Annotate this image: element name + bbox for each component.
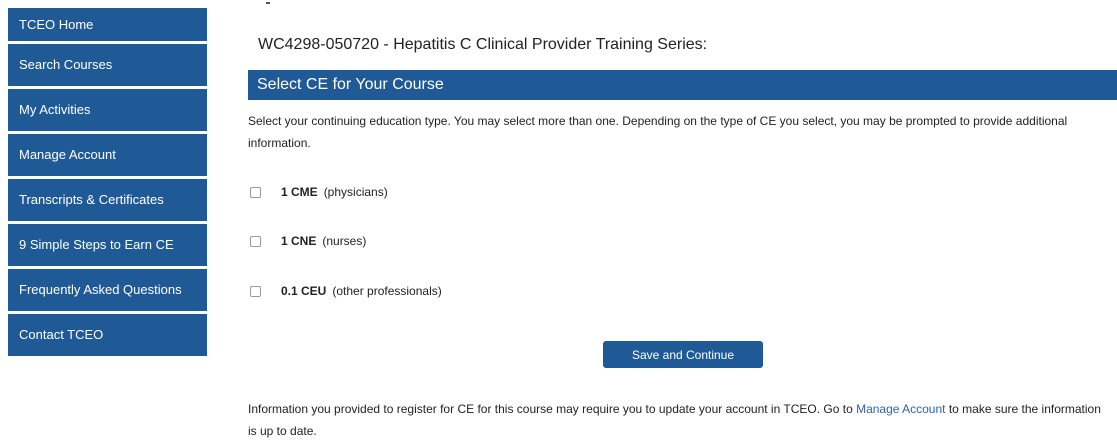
sidebar-item-faq[interactable]: Frequently Asked Questions <box>8 268 207 311</box>
page: TCEO Home Search Courses My Activities M… <box>0 0 1117 443</box>
sidebar-nav: TCEO Home Search Courses My Activities M… <box>8 8 207 359</box>
ce-option-cne[interactable]: 1 CNE (nurses) <box>248 234 366 248</box>
footer-text: Information you provided to register for… <box>248 402 857 416</box>
sidebar-item-label: TCEO Home <box>19 17 94 32</box>
ce-audience: (other professionals) <box>332 284 442 298</box>
sidebar-item-simple-steps[interactable]: 9 Simple Steps to Earn CE <box>8 223 207 266</box>
cme-checkbox[interactable] <box>250 186 261 198</box>
ceu-checkbox[interactable] <box>250 285 261 297</box>
divider <box>266 2 270 4</box>
cne-checkbox[interactable] <box>250 235 261 247</box>
footer-note: Information you provided to register for… <box>248 398 1108 442</box>
sidebar-item-transcripts-certificates[interactable]: Transcripts & Certificates <box>8 178 207 221</box>
ce-amount: 0.1 CEU <box>281 284 327 298</box>
sidebar-item-label: Search Courses <box>19 57 113 73</box>
sidebar-item-label: 9 Simple Steps to Earn CE <box>19 237 174 253</box>
ce-option-cme[interactable]: 1 CME (physicians) <box>248 185 388 199</box>
main-content: WC4298-050720 - Hepatitis C Clinical Pro… <box>248 0 1117 443</box>
ce-amount: 1 CNE <box>281 234 317 248</box>
manage-account-link[interactable]: Manage Account <box>856 402 945 416</box>
sidebar-item-label: Manage Account <box>19 147 116 163</box>
sidebar-item-label: My Activities <box>19 102 91 118</box>
sidebar-item-label: Frequently Asked Questions <box>19 282 182 298</box>
course-title: WC4298-050720 - Hepatitis C Clinical Pro… <box>258 36 708 53</box>
sidebar-item-tceo-home[interactable]: TCEO Home <box>8 8 207 41</box>
section-heading: Select CE for Your Course <box>257 76 444 93</box>
sidebar-item-contact-tceo[interactable]: Contact TCEO <box>8 313 207 356</box>
save-and-continue-button[interactable]: Save and Continue <box>603 341 763 368</box>
section-heading-bar: Select CE for Your Course <box>248 70 1117 100</box>
sidebar-item-label: Contact TCEO <box>19 327 104 343</box>
sidebar-item-manage-account[interactable]: Manage Account <box>8 133 207 176</box>
ce-audience: (physicians) <box>323 185 388 199</box>
intro-text: Select your continuing education type. Y… <box>248 114 1068 150</box>
sidebar-item-search-courses[interactable]: Search Courses <box>8 43 207 86</box>
sidebar-item-my-activities[interactable]: My Activities <box>8 88 207 131</box>
sidebar-item-label: Transcripts & Certificates <box>19 192 164 208</box>
ce-amount: 1 CME <box>281 185 318 199</box>
ce-option-ceu[interactable]: 0.1 CEU (other professionals) <box>248 284 442 298</box>
ce-audience: (nurses) <box>322 234 367 248</box>
